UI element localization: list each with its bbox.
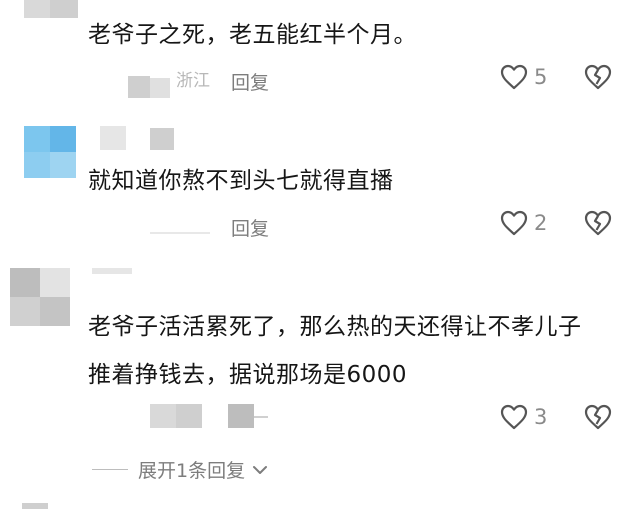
heart-outline-icon <box>500 404 528 430</box>
like-button[interactable]: 3 <box>500 404 547 430</box>
comment-text: 老爷子之死，老五能红半个月。 <box>88 22 417 48</box>
like-button[interactable]: 5 <box>500 64 547 90</box>
comment-meta <box>150 214 220 238</box>
comment-meta: 浙江 <box>92 66 222 100</box>
avatar[interactable] <box>10 268 70 326</box>
heart-outline-icon <box>500 210 528 236</box>
like-button[interactable]: 2 <box>500 210 547 236</box>
avatar[interactable] <box>24 126 76 178</box>
broken-heart-icon <box>584 210 612 236</box>
chevron-down-icon <box>253 465 268 474</box>
divider <box>92 469 128 470</box>
comment-text: 推着挣钱去，据说那场是6000 <box>88 362 408 388</box>
broken-heart-icon <box>584 404 612 430</box>
avatar[interactable] <box>22 500 62 509</box>
comment-text: 就知道你熬不到头七就得直播 <box>88 168 394 194</box>
dislike-button[interactable] <box>584 404 612 434</box>
expand-replies-label: 展开1条回复 <box>138 460 246 482</box>
username[interactable] <box>100 126 180 152</box>
like-count: 2 <box>534 211 548 235</box>
dislike-button[interactable] <box>584 64 612 94</box>
like-count: 3 <box>534 405 548 429</box>
reply-button[interactable]: 回复 <box>231 68 269 95</box>
username[interactable] <box>92 266 142 278</box>
heart-outline-icon <box>500 64 528 90</box>
comment-text: 老爷子活活累死了，那么热的天还得让不孝儿子 <box>88 314 582 340</box>
avatar[interactable] <box>24 0 78 18</box>
comment-meta <box>150 402 270 432</box>
location-label: 浙江 <box>176 71 210 91</box>
broken-heart-icon <box>584 64 612 90</box>
like-count: 5 <box>534 65 548 89</box>
expand-replies-button[interactable]: 展开1条回复 <box>92 456 269 483</box>
dislike-button[interactable] <box>584 210 612 240</box>
reply-button[interactable]: 回复 <box>231 214 269 241</box>
